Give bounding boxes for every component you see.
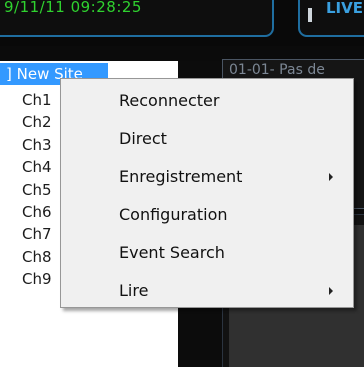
datetime-display: 9/11/11 09:28:25	[4, 0, 142, 16]
tree-item-ch8[interactable]: Ch8	[22, 246, 52, 268]
tree-item-ch4[interactable]: Ch4	[22, 156, 52, 178]
menu-item-reconnecter[interactable]: Reconnecter	[61, 82, 353, 120]
app-window: 9/11/11 09:28:25 LIVE ] New Site Ch1 Ch2…	[0, 0, 364, 367]
menu-item-label: Enregistrement	[119, 167, 243, 186]
channel-list: Ch1 Ch2 Ch3 Ch4 Ch5 Ch6 Ch7 Ch8 Ch9	[22, 89, 52, 291]
datetime-panel: 9/11/11 09:28:25	[0, 0, 274, 37]
tree-item-ch6[interactable]: Ch6	[22, 201, 52, 223]
top-bar: 9/11/11 09:28:25 LIVE	[0, 0, 364, 46]
menu-item-label: Lire	[119, 281, 149, 300]
menu-item-label: Direct	[119, 129, 167, 148]
context-menu: Reconnecter Direct Enregistrement Config…	[60, 78, 354, 308]
menu-item-direct[interactable]: Direct	[61, 120, 353, 158]
live-label: LIVE	[326, 0, 363, 17]
tree-item-ch1[interactable]: Ch1	[22, 89, 52, 111]
submenu-arrow-icon	[329, 287, 333, 295]
live-button[interactable]: LIVE	[298, 0, 364, 37]
menu-item-label: Configuration	[119, 205, 228, 224]
menu-item-label: Event Search	[119, 243, 225, 262]
menu-item-enregistrement[interactable]: Enregistrement	[61, 158, 353, 196]
tree-item-ch5[interactable]: Ch5	[22, 179, 52, 201]
submenu-arrow-icon	[329, 173, 333, 181]
tree-item-ch7[interactable]: Ch7	[22, 223, 52, 245]
menu-item-configuration[interactable]: Configuration	[61, 196, 353, 234]
tree-item-ch2[interactable]: Ch2	[22, 111, 52, 133]
menu-item-lire[interactable]: Lire	[61, 272, 353, 310]
tree-item-ch9[interactable]: Ch9	[22, 268, 52, 290]
menu-item-label: Reconnecter	[119, 91, 220, 110]
video-pane-1-label: 01-01- Pas de	[229, 62, 325, 78]
live-marker-icon	[308, 8, 312, 22]
menu-item-event-search[interactable]: Event Search	[61, 234, 353, 272]
tree-item-ch3[interactable]: Ch3	[22, 134, 52, 156]
